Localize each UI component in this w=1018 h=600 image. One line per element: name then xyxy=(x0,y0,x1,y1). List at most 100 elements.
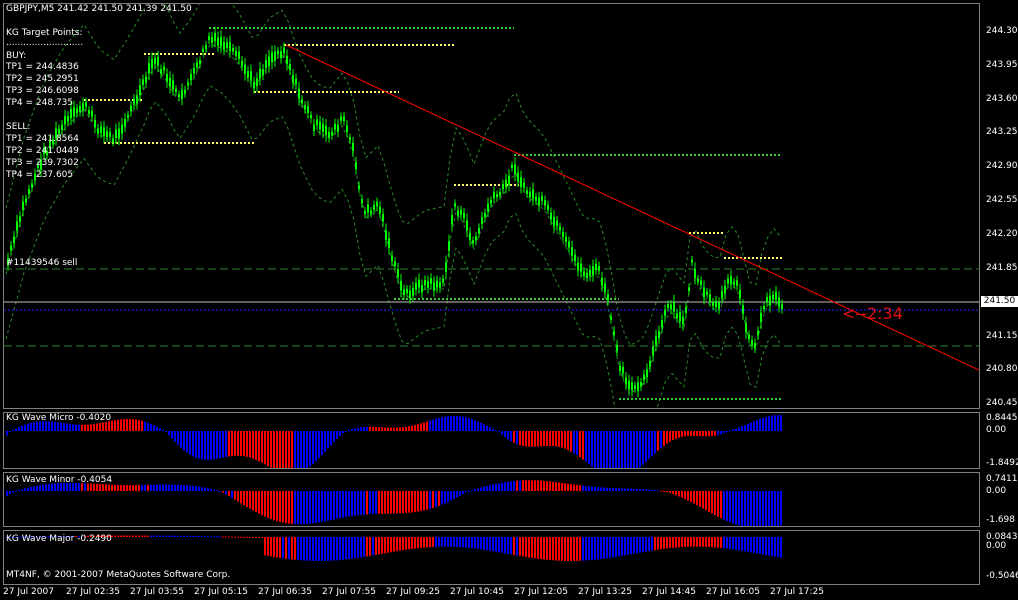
histogram-bar xyxy=(384,491,386,514)
histogram-bar xyxy=(339,431,341,436)
histogram-bar xyxy=(528,431,530,447)
histogram-bar xyxy=(579,431,581,458)
wave-micro-pane[interactable] xyxy=(3,412,980,469)
histogram-bar xyxy=(318,537,320,561)
histogram-bar xyxy=(747,537,749,552)
candle-body xyxy=(586,272,588,278)
histogram-bar xyxy=(660,537,662,550)
histogram-bar xyxy=(213,431,215,460)
histogram-bar xyxy=(135,419,137,431)
histogram-bar xyxy=(534,537,536,559)
candle-body xyxy=(424,279,426,286)
histogram-bar xyxy=(528,480,530,491)
candle-body xyxy=(640,382,642,387)
histogram-bar xyxy=(231,431,233,457)
histogram-bar xyxy=(441,491,443,505)
histogram-bar xyxy=(288,431,290,468)
histogram-bar xyxy=(459,416,461,431)
histogram-bar xyxy=(147,422,149,431)
candle-body xyxy=(211,36,213,43)
histogram-bar xyxy=(246,536,248,538)
histogram-bar xyxy=(549,537,551,561)
histogram-bar xyxy=(462,491,464,495)
candle-body xyxy=(634,385,636,389)
histogram-bar xyxy=(288,491,290,524)
histogram-bar xyxy=(435,491,437,508)
histogram-bar xyxy=(276,537,278,558)
histogram-bar xyxy=(483,537,485,550)
price-chart-canvas[interactable] xyxy=(4,4,979,408)
candle-body xyxy=(238,51,240,59)
histogram-bar xyxy=(717,491,719,517)
candle-body xyxy=(148,63,150,74)
histogram-bar xyxy=(378,427,380,431)
histogram-bar xyxy=(435,418,437,431)
histogram-bar xyxy=(759,418,761,431)
histogram-bar xyxy=(645,431,647,462)
candle-body xyxy=(199,60,201,65)
histogram-bar xyxy=(366,426,368,431)
candle-body xyxy=(94,120,96,128)
histogram-bar xyxy=(183,485,185,491)
candle-body xyxy=(430,278,432,284)
histogram-bar xyxy=(213,536,215,538)
histogram-bar xyxy=(138,535,140,537)
histogram-bar xyxy=(168,431,170,436)
histogram-bar xyxy=(159,484,161,491)
histogram-bar xyxy=(573,537,575,561)
histogram-bar xyxy=(279,537,281,558)
histogram-bar xyxy=(732,537,734,550)
histogram-bar xyxy=(297,431,299,468)
histogram-bar xyxy=(600,431,602,468)
histogram-bar xyxy=(429,420,431,431)
histogram-bar xyxy=(222,491,224,493)
order-label: #11439546 sell xyxy=(6,258,78,268)
histogram-bar xyxy=(726,491,728,521)
histogram-bar xyxy=(234,536,236,538)
middle-band-line xyxy=(5,43,781,395)
candle-body xyxy=(298,88,300,99)
wave-minor-pane[interactable] xyxy=(3,472,980,527)
histogram-bar xyxy=(165,484,167,491)
histogram-bar xyxy=(174,431,176,442)
histogram-bar xyxy=(570,431,572,452)
histogram-bar xyxy=(186,431,188,453)
candle-body xyxy=(355,162,357,170)
histogram-bar xyxy=(150,423,152,431)
histogram-bar xyxy=(489,427,491,431)
histogram-bar xyxy=(765,491,767,526)
candle-body xyxy=(442,278,444,283)
candle-body xyxy=(715,300,717,308)
histogram-bar xyxy=(117,419,119,431)
histogram-bar xyxy=(384,427,386,431)
histogram-bar xyxy=(204,536,206,538)
candle-body xyxy=(280,51,282,59)
histogram-bar xyxy=(354,428,356,431)
histogram-bar xyxy=(15,490,17,492)
price-chart-pane[interactable] xyxy=(3,3,980,409)
histogram-bar xyxy=(321,491,323,522)
histogram-bar xyxy=(447,416,449,431)
histogram-bar xyxy=(753,537,755,553)
micro-axis-min: -1.8492 xyxy=(986,458,1018,468)
histogram-bar xyxy=(66,423,68,431)
histogram-bar xyxy=(312,431,314,464)
candle-body xyxy=(346,125,348,133)
histogram-bar xyxy=(270,491,272,520)
histogram-bar xyxy=(261,537,263,538)
histogram-bar xyxy=(687,431,689,437)
candle-body xyxy=(328,131,330,138)
histogram-bar xyxy=(204,487,206,491)
histogram-bar xyxy=(501,431,503,435)
histogram-bar xyxy=(81,424,83,431)
candle-body xyxy=(79,105,81,112)
minor-axis-min: -1.698 xyxy=(986,515,1016,525)
candle-body xyxy=(259,68,261,79)
histogram-bar xyxy=(498,431,500,432)
wave-micro-title: KG Wave Micro -0.4020 xyxy=(6,413,112,423)
candle-body xyxy=(544,200,546,206)
histogram-bar xyxy=(669,431,671,442)
histogram-bar xyxy=(240,536,242,538)
histogram-bar xyxy=(591,537,593,560)
histogram-bar xyxy=(525,480,527,491)
